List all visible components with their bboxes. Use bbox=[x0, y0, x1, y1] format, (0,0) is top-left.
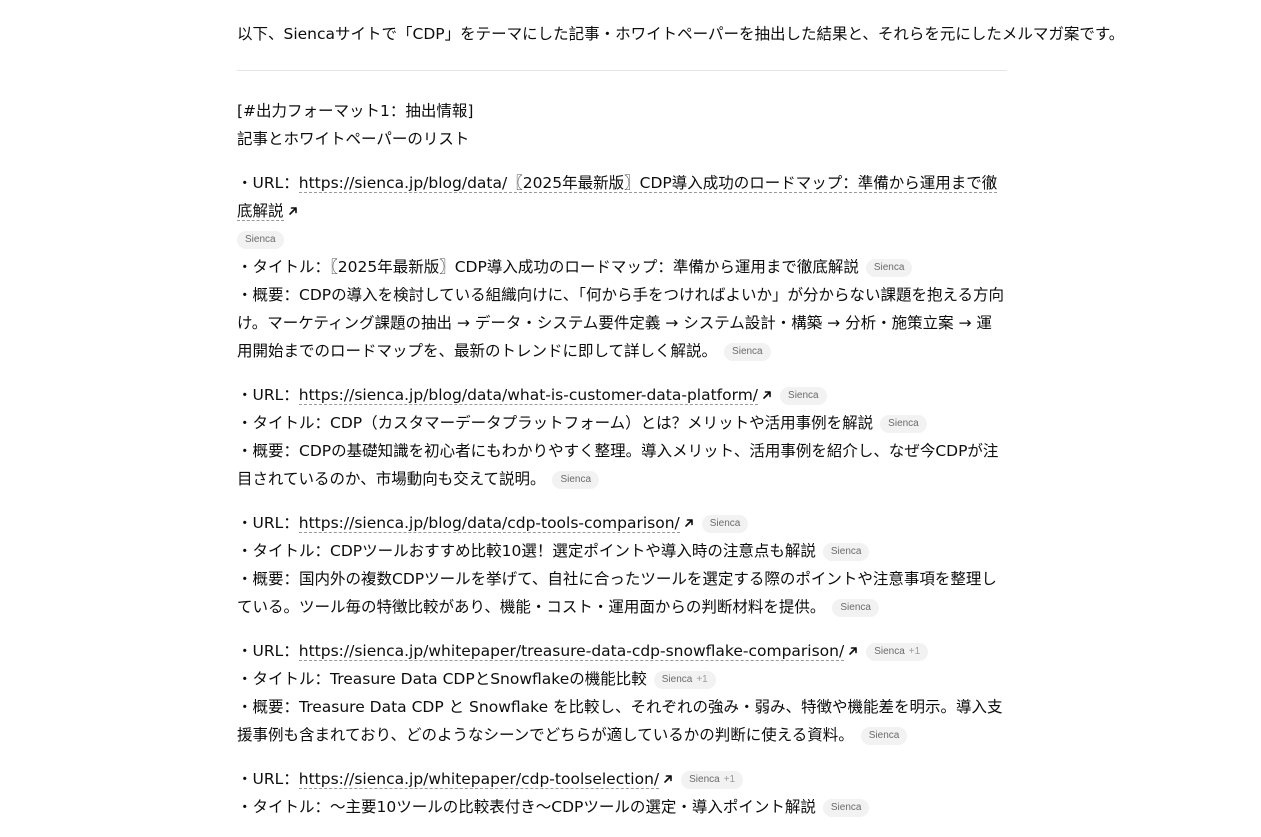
summary-line: ・概要：CDPの基礎知識を初心者にもわかりやすく整理。導入メリット、活用事例を紹… bbox=[237, 437, 1007, 493]
article-link[interactable]: https://sienca.jp/blog/data/〖2025年最新版〗CD… bbox=[237, 174, 998, 221]
divider bbox=[237, 70, 1007, 71]
source-badge[interactable]: Sienca bbox=[552, 471, 600, 489]
url-line: ・URL：https://sienca.jp/whitepaper/cdp-to… bbox=[237, 765, 1007, 793]
source-count: +1 bbox=[723, 774, 736, 785]
title-line: ・タイトル：CDP（カスタマーデータプラットフォーム）とは？メリットや活用事例を… bbox=[237, 409, 1007, 437]
article-summary: CDPの導入を検討している組織向けに、「何から手をつければよいか」が分からない課… bbox=[237, 286, 1004, 360]
article-title: CDP（カスタマーデータプラットフォーム）とは？メリットや活用事例を解説 bbox=[330, 414, 874, 432]
title-label: ・タイトル： bbox=[237, 258, 331, 276]
url-line: ・URL：https://sienca.jp/whitepaper/treasu… bbox=[237, 637, 1007, 665]
source-badge[interactable]: Sienca +1 bbox=[653, 671, 716, 689]
summary-line: ・概要：国内外の複数CDPツールを挙げて、自社に合ったツールを選定する際のポイン… bbox=[237, 565, 1007, 621]
intro-text: 以下、Siencaサイトで「CDP」をテーマにした記事・ホワイトペーパーを抽出し… bbox=[237, 25, 1125, 43]
external-link-icon bbox=[683, 517, 695, 529]
url-label: ・URL： bbox=[237, 642, 299, 660]
url-line: ・URL：https://sienca.jp/blog/data/what-is… bbox=[237, 381, 1007, 409]
chat-response: 以下、Siencaサイトで「CDP」をテーマにした記事・ホワイトペーパーを抽出し… bbox=[237, 20, 1125, 837]
article-link[interactable]: https://sienca.jp/blog/data/what-is-cust… bbox=[298, 386, 759, 405]
article-title: CDPツールおすすめ比較10選！選定ポイントや導入時の注意点も解説 bbox=[330, 542, 816, 560]
source-badge[interactable]: Sienca bbox=[237, 231, 284, 249]
title-line: ・タイトル：〜主要10ツールの比較表付き〜CDPツールの選定・導入ポイント解説 S… bbox=[237, 793, 1007, 821]
output-heading-block: [#出力フォーマット1：抽出情報] 記事とホワイトペーパーのリスト bbox=[237, 97, 1007, 153]
whitepaper-link[interactable]: https://sienca.jp/whitepaper/cdp-toolsel… bbox=[298, 770, 660, 789]
external-link-icon bbox=[287, 205, 299, 217]
list-item: ・URL：https://sienca.jp/whitepaper/treasu… bbox=[237, 637, 1007, 749]
list-item: ・URL：https://sienca.jp/blog/data/cdp-too… bbox=[237, 509, 1007, 621]
title-label: ・タイトル： bbox=[237, 414, 331, 432]
title-label: ・タイトル： bbox=[237, 670, 331, 688]
article-title: 〖2025年最新版〗CDP導入成功のロードマップ：準備から運用まで徹底解説 bbox=[330, 258, 859, 276]
title-line: ・タイトル：Treasure Data CDPとSnowflakeの機能比較 Si… bbox=[237, 665, 1007, 693]
url-line: ・URL：https://sienca.jp/blog/data/cdp-too… bbox=[237, 509, 1007, 537]
source-badge[interactable]: Sienca +1 bbox=[866, 643, 929, 661]
summary-label: ・概要： bbox=[237, 286, 300, 304]
summary-line: ・概要：Treasure Data CDP と Snowflake を比較し、そ… bbox=[237, 693, 1007, 749]
source-badge[interactable]: Sienca bbox=[880, 415, 927, 433]
url-line: ・URL：https://sienca.jp/blog/data/〖2025年最… bbox=[237, 169, 1007, 253]
list-item: ・URL：https://sienca.jp/whitepaper/cdp-to… bbox=[237, 765, 1007, 821]
summary-label: ・概要： bbox=[237, 570, 300, 588]
whitepaper-title: Treasure Data CDPとSnowflakeの機能比較 bbox=[330, 670, 647, 688]
source-badge[interactable]: Sienca bbox=[780, 387, 827, 405]
source-badge[interactable]: Sienca bbox=[860, 727, 908, 745]
source-badge[interactable]: Sienca +1 bbox=[681, 771, 744, 789]
url-label: ・URL： bbox=[237, 386, 299, 404]
title-label: ・タイトル： bbox=[237, 798, 331, 816]
source-badge[interactable]: Sienca bbox=[822, 799, 870, 817]
url-label: ・URL： bbox=[237, 174, 299, 192]
url-label: ・URL： bbox=[237, 770, 299, 788]
external-link-icon bbox=[847, 645, 859, 657]
article-link[interactable]: https://sienca.jp/blog/data/cdp-tools-co… bbox=[298, 514, 680, 533]
article-summary: 国内外の複数CDPツールを挙げて、自社に合ったツールを選定する際のポイントや注意… bbox=[237, 570, 997, 616]
section-heading: [#出力フォーマット1：抽出情報] bbox=[237, 102, 474, 120]
article-summary: CDPの基礎知識を初心者にもわかりやすく整理。導入メリット、活用事例を紹介し、な… bbox=[237, 442, 999, 488]
title-line: ・タイトル：〖2025年最新版〗CDP導入成功のロードマップ：準備から運用まで徹… bbox=[237, 253, 1007, 281]
url-label: ・URL： bbox=[237, 514, 299, 532]
list-item: ・URL：https://sienca.jp/blog/data/〖2025年最… bbox=[237, 169, 1007, 365]
list-item: ・URL：https://sienca.jp/blog/data/what-is… bbox=[237, 381, 1007, 493]
source-badge[interactable]: Sienca bbox=[701, 515, 749, 533]
summary-label: ・概要： bbox=[237, 698, 300, 716]
whitepaper-title: 〜主要10ツールの比較表付き〜CDPツールの選定・導入ポイント解説 bbox=[330, 798, 816, 816]
source-badge[interactable]: Sienca bbox=[832, 599, 879, 617]
source-badge[interactable]: Sienca bbox=[865, 259, 913, 277]
source-count: +1 bbox=[696, 674, 708, 685]
summary-label: ・概要： bbox=[237, 442, 300, 460]
external-link-icon bbox=[662, 773, 674, 785]
title-label: ・タイトル： bbox=[237, 542, 331, 560]
whitepaper-link[interactable]: https://sienca.jp/whitepaper/treasure-da… bbox=[298, 642, 845, 661]
section-subheading: 記事とホワイトペーパーのリスト bbox=[237, 130, 470, 148]
source-badge[interactable]: Sienca bbox=[724, 343, 771, 361]
summary-line: ・概要：CDPの導入を検討している組織向けに、「何から手をつければよいか」が分か… bbox=[237, 281, 1007, 365]
external-link-icon bbox=[761, 389, 773, 401]
title-line: ・タイトル：CDPツールおすすめ比較10選！選定ポイントや導入時の注意点も解説 S… bbox=[237, 537, 1007, 565]
source-count: +1 bbox=[908, 646, 921, 657]
source-badge[interactable]: Sienca bbox=[822, 543, 870, 561]
